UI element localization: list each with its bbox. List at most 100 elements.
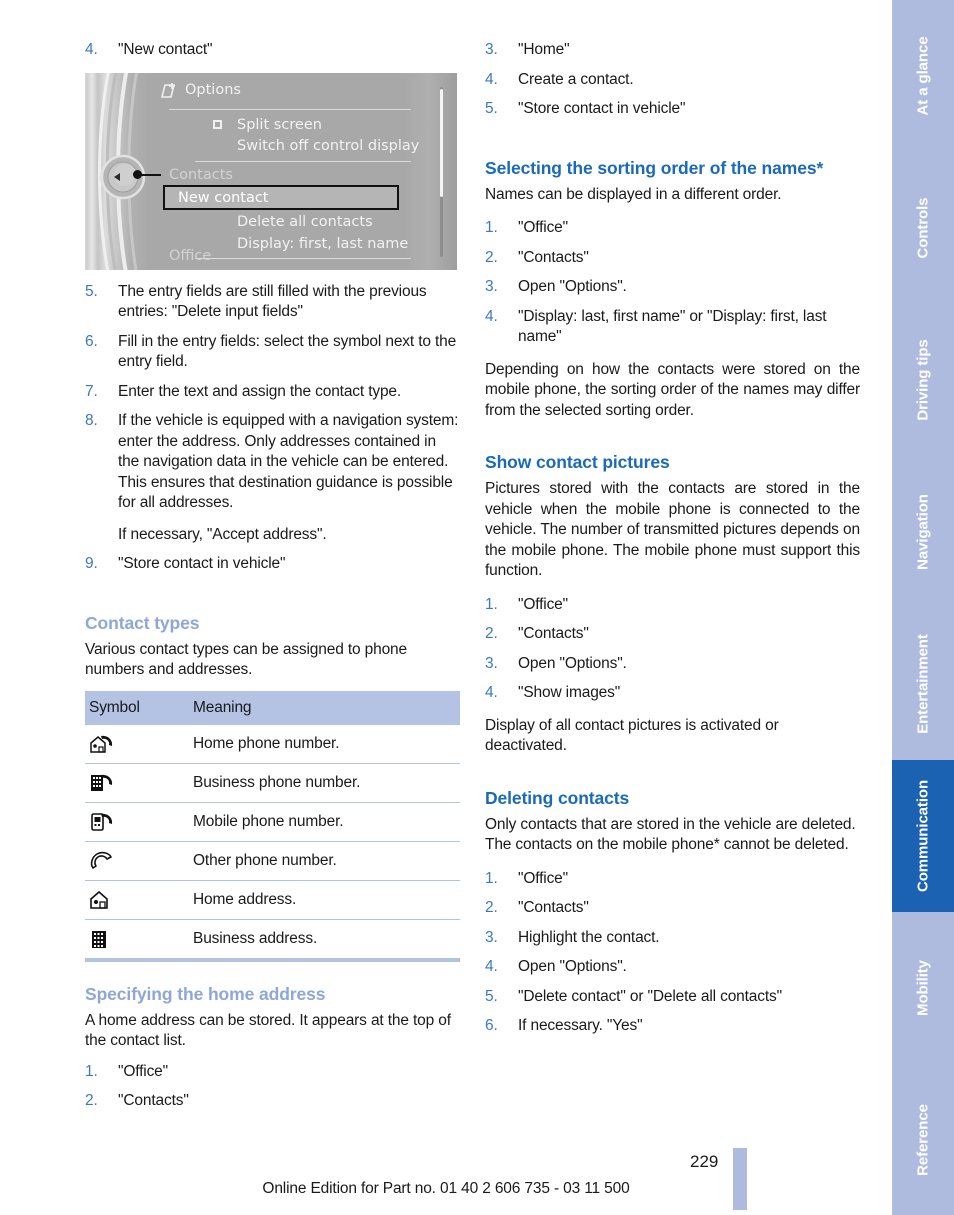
- cell-meaning: Business phone number.: [189, 763, 460, 803]
- mobile-phone-icon: [91, 812, 113, 831]
- page-number-bar: [733, 1148, 747, 1210]
- cell-symbol: [85, 802, 189, 842]
- tab-controls[interactable]: Controls: [892, 152, 954, 304]
- sorting-note: Depending on how the contacts were store…: [485, 360, 860, 419]
- list-number: 5.: [485, 987, 498, 1005]
- idrive-item-display-order[interactable]: Display: first, last name: [237, 235, 408, 253]
- table-row: Home address.: [85, 880, 460, 920]
- list-text: The entry fields are still filled with t…: [118, 282, 427, 321]
- list-number: 2.: [85, 1092, 98, 1109]
- step-list-new-contact: 4. "New contact": [85, 40, 460, 61]
- heading-show-contact-pictures: Show contact pictures: [485, 452, 670, 472]
- left-column: 4. "New contact" Options Split screen Sw…: [85, 40, 460, 1124]
- list-number: 3.: [485, 278, 498, 295]
- step-list-pictures: 1. "Office" 2. "Contacts" 3. Open "Optio…: [485, 595, 860, 704]
- list-text: "Show images": [518, 684, 621, 701]
- list-item: 4. "New contact": [85, 40, 460, 61]
- list-text: "Contacts": [518, 625, 589, 642]
- list-number: 7.: [85, 382, 98, 400]
- list-number: 5.: [485, 100, 498, 117]
- tab-navigation[interactable]: Navigation: [892, 456, 954, 608]
- right-column: 3. "Home" 4. Create a contact. 5. "Store…: [485, 40, 860, 1049]
- tab-label: Driving tips: [914, 339, 932, 421]
- cell-symbol: [85, 763, 189, 803]
- home-address-icon: [90, 890, 108, 909]
- list-item: 5. The entry fields are still filled wit…: [85, 282, 460, 323]
- cell-meaning: Home phone number.: [189, 724, 460, 764]
- list-number: 5.: [85, 282, 98, 300]
- idrive-item-switch-off[interactable]: Switch off control display: [237, 137, 419, 155]
- pictures-note: Display of all contact pictures is activ…: [485, 716, 779, 755]
- list-text: "Contacts": [118, 1092, 189, 1109]
- list-text: "New contact": [118, 41, 213, 58]
- list-number: 4.: [85, 41, 98, 58]
- list-item: 5. "Store contact in vehicle": [485, 99, 860, 120]
- list-text: Fill in the entry fields: select the sym…: [118, 332, 457, 371]
- list-text: If the vehicle is equipped with a naviga…: [118, 412, 459, 511]
- list-number: 1.: [485, 595, 498, 613]
- callout-dot: [133, 169, 142, 179]
- tab-reference[interactable]: Reference: [892, 1064, 954, 1215]
- tab-at-a-glance[interactable]: At a glance: [892, 0, 954, 152]
- list-number: 8.: [85, 412, 98, 429]
- list-text: "Display: last, first name" or "Display:…: [518, 307, 827, 346]
- list-item: 4. Create a contact.: [485, 70, 860, 91]
- idrive-item-new-contact-selected[interactable]: New contact: [163, 184, 399, 210]
- list-text: "Contacts": [518, 248, 589, 266]
- list-text: Open "Options".: [518, 278, 627, 295]
- list-item: 1. "Office": [85, 1062, 460, 1083]
- list-number: 2.: [485, 248, 498, 266]
- list-text: Open "Options".: [518, 654, 627, 672]
- list-text: "Home": [518, 41, 570, 58]
- list-item: 7. Enter the text and assign the contact…: [85, 382, 460, 403]
- list-text: Enter the text and assign the contact ty…: [118, 382, 402, 400]
- tab-driving-tips[interactable]: Driving tips: [892, 304, 954, 456]
- list-text: "Delete contact" or "Delete all contacts…: [518, 987, 782, 1005]
- list-number: 1.: [485, 869, 498, 887]
- scrollbar-thumb[interactable]: [440, 88, 443, 197]
- cell-symbol: [85, 880, 189, 920]
- list-number: 4.: [485, 307, 498, 325]
- table-row: Other phone number.: [85, 841, 460, 881]
- list-text: "Office": [518, 869, 569, 887]
- section-tab-strip: At a glance Controls Driving tips Naviga…: [892, 0, 954, 1215]
- list-number: 3.: [485, 41, 498, 58]
- cell-meaning: Mobile phone number.: [189, 802, 460, 842]
- tab-label: At a glance: [914, 36, 932, 116]
- split-screen-checkbox[interactable]: [213, 119, 222, 129]
- idrive-item-delete-all[interactable]: Delete all contacts: [237, 213, 373, 231]
- list-number: 3.: [485, 928, 498, 946]
- cell-meaning: Business address.: [193, 929, 318, 947]
- idrive-controller-icon[interactable]: [95, 149, 151, 205]
- tab-entertainment[interactable]: Entertainment: [892, 608, 954, 760]
- footer-note: Online Edition for Part no. 01 40 2 606 …: [262, 1180, 630, 1197]
- heading-specifying-home-address: Specifying the home address: [85, 983, 326, 1004]
- options-page-plus-icon: [160, 82, 176, 98]
- contact-types-table: Symbol Meaning Home phone number. Busine…: [85, 690, 460, 958]
- cell-meaning: Home address.: [189, 880, 460, 920]
- heading-deleting-contacts: Deleting contacts: [485, 787, 630, 808]
- list-subtext: If necessary, "Accept address".: [118, 525, 327, 543]
- list-item: 8. If the vehicle is equipped with a nav…: [85, 411, 460, 545]
- column-header-meaning: Meaning: [189, 690, 460, 725]
- cell-meaning: Other phone number.: [189, 841, 460, 881]
- list-item: 4. "Display: last, first name" or "Displ…: [485, 307, 860, 348]
- tab-mobility[interactable]: Mobility: [892, 912, 954, 1064]
- idrive-item-split-screen[interactable]: Split screen: [237, 116, 322, 134]
- table-row: Business address.: [85, 919, 460, 958]
- step-list-home-address: 1. "Office" 2. "Contacts": [85, 1062, 460, 1112]
- list-item: 3. Open "Options".: [485, 277, 860, 298]
- list-item: 4. "Show images": [485, 683, 860, 704]
- list-item: 2. "Contacts": [85, 1091, 460, 1112]
- step-list-contact-entry: 5. The entry fields are still filled wit…: [85, 282, 460, 575]
- table-row: Business phone number.: [85, 763, 460, 803]
- list-number: 2.: [485, 625, 498, 642]
- idrive-right-shading: [405, 72, 457, 270]
- tab-label: Controls: [914, 197, 932, 259]
- tab-communication[interactable]: Communication: [892, 760, 954, 912]
- column-header-symbol: Symbol: [85, 690, 189, 725]
- list-number: 4.: [485, 958, 498, 975]
- page-number: 229: [690, 1152, 719, 1171]
